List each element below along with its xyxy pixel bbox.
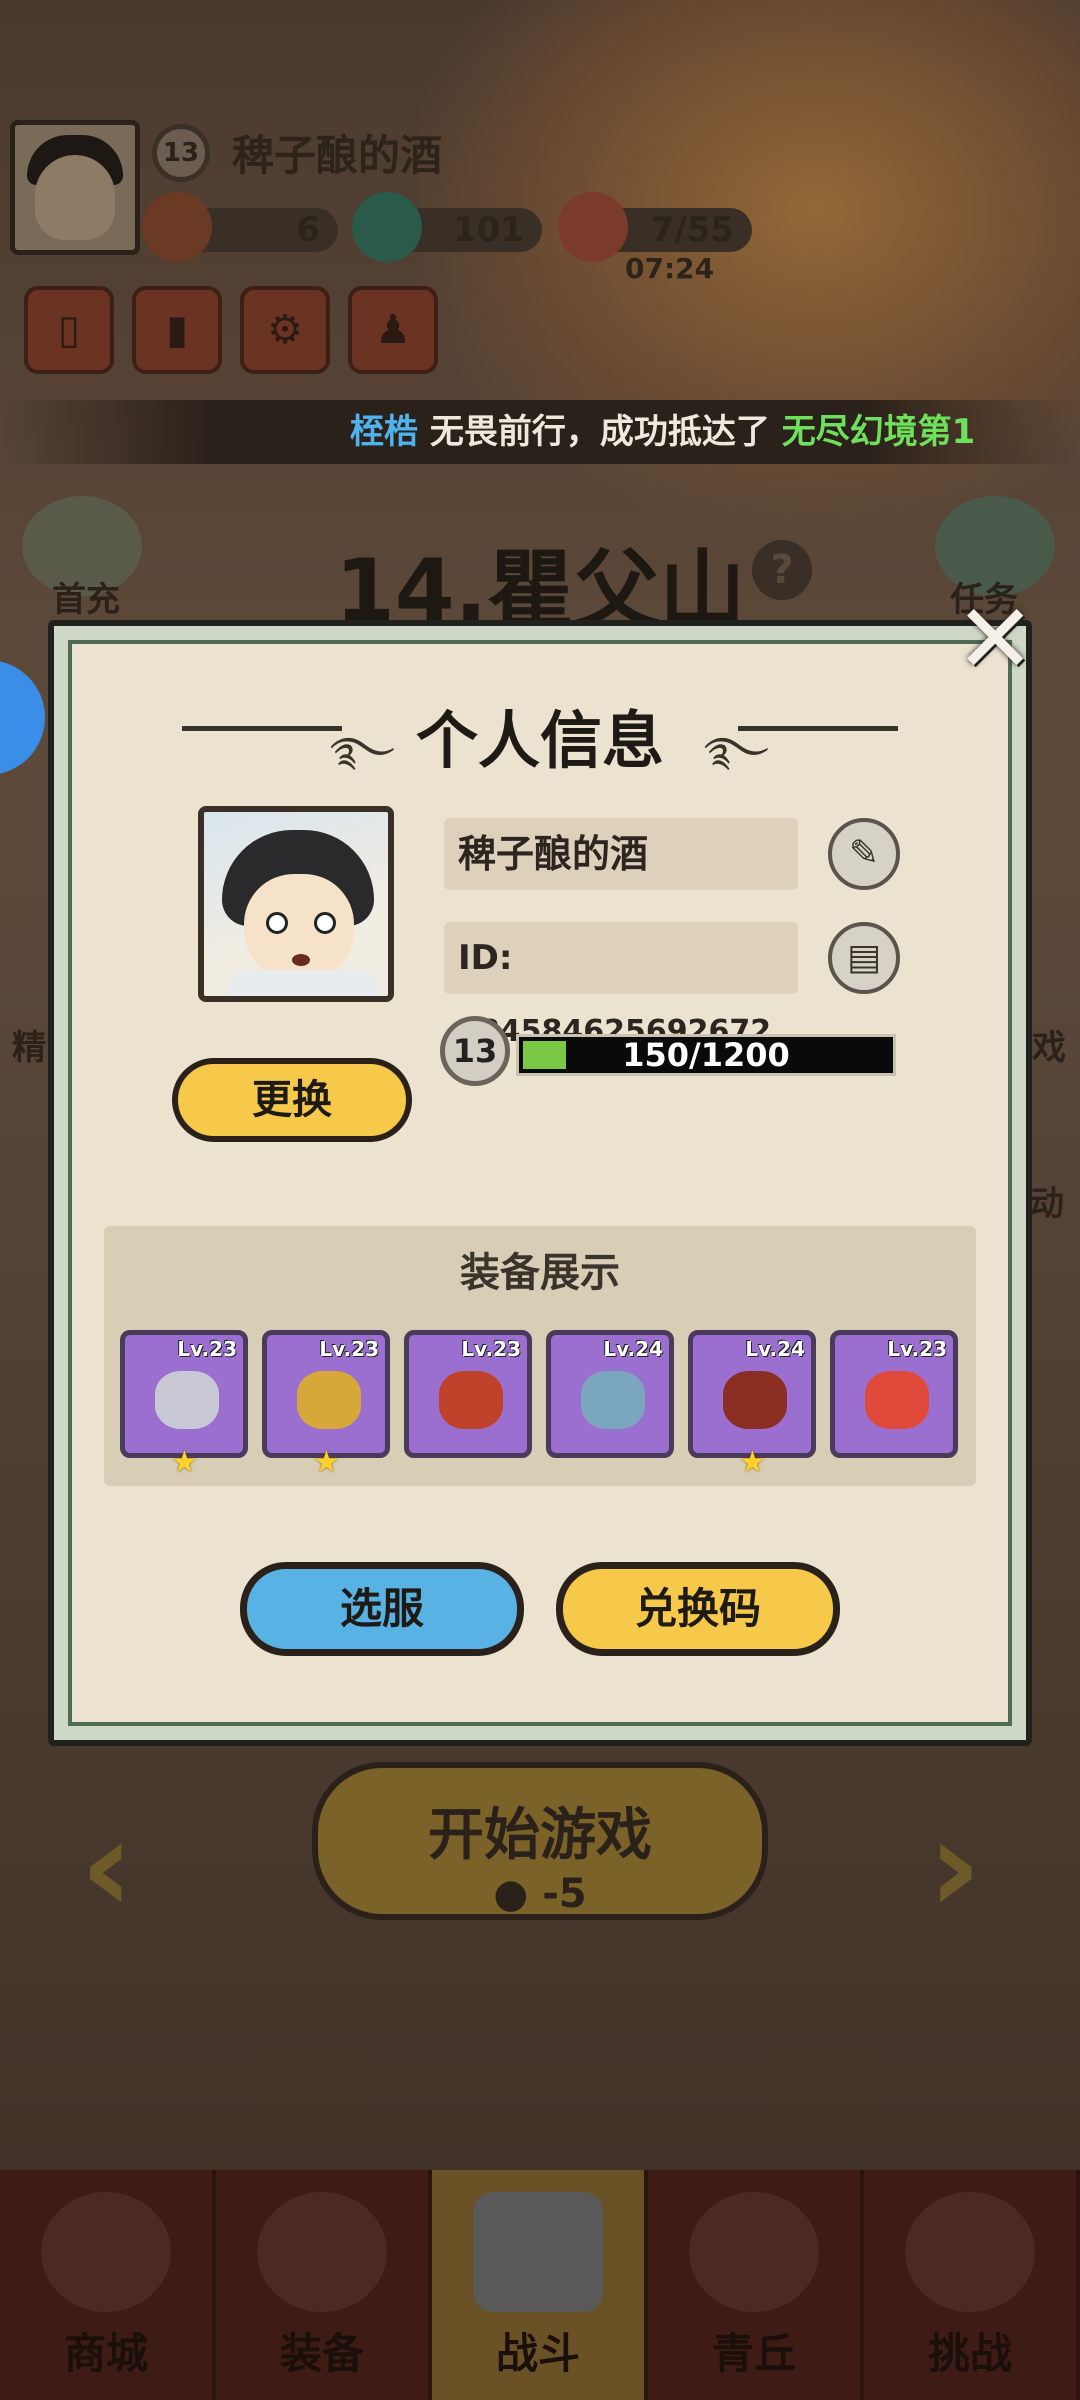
next-stage-arrow-icon[interactable]: ›	[928, 1790, 982, 1942]
banner-player-name: 桎梏	[350, 412, 418, 452]
start-game-label: 开始游戏	[428, 1803, 652, 1868]
friends-icon[interactable]: ♟	[348, 286, 438, 374]
close-dialog-button[interactable]: ✕	[955, 591, 1035, 687]
portrait-eye-left	[266, 912, 288, 934]
scroll-resource-icon[interactable]	[142, 192, 212, 262]
equipment-level: Lv.23	[177, 1337, 237, 1361]
nav-equipment[interactable]: 装备	[216, 2170, 432, 2400]
nav-qingqiu-label: 青丘	[711, 2329, 796, 2378]
scroll-resource-value: 6	[296, 210, 320, 250]
title-divider-right	[738, 726, 898, 731]
level-badge: 13	[440, 1016, 510, 1086]
equipment-slot[interactable]: Lv.23 ★	[120, 1330, 248, 1480]
dialog-panel	[68, 640, 1012, 1726]
equipment-item-icon	[865, 1371, 929, 1429]
change-avatar-button[interactable]: 更换	[172, 1058, 412, 1142]
prev-stage-arrow-icon[interactable]: ‹	[80, 1790, 134, 1942]
dragon-resource-value: 101	[453, 210, 524, 250]
first-charge-label: 首充	[52, 580, 120, 620]
banner-text: 无畏前行，成功抵达了	[418, 412, 782, 452]
equipment-slot[interactable]: Lv.24	[546, 1330, 674, 1458]
edit-name-brush-icon[interactable]: ✎	[828, 818, 900, 890]
ranking-icon[interactable]: ▮	[132, 286, 222, 374]
dialog-title: 个人信息	[415, 704, 664, 777]
equipment-level: Lv.24	[603, 1337, 663, 1361]
portrait-mouth	[292, 954, 310, 966]
equipment-level: Lv.24	[745, 1337, 805, 1361]
shop-icon	[41, 2192, 171, 2312]
peach-cost-icon: ●	[493, 1871, 529, 1917]
equipment-level: Lv.23	[319, 1337, 379, 1361]
start-cost-value: -5	[542, 1871, 587, 1917]
banner-place: 无尽幻境第1	[781, 412, 976, 452]
xp-progress-bar: 150/1200	[516, 1034, 896, 1076]
star-icon: ★	[313, 1445, 340, 1480]
star-icon: ★	[171, 1445, 198, 1480]
nav-equipment-label: 装备	[279, 2329, 364, 2378]
help-icon[interactable]: ?	[752, 540, 812, 600]
nav-qingqiu[interactable]: 青丘	[648, 2170, 864, 2400]
equipment-item-icon	[581, 1371, 645, 1429]
equipment-slot[interactable]: Lv.23	[404, 1330, 532, 1458]
equipment-level: Lv.23	[887, 1337, 947, 1361]
orb-icon	[905, 2192, 1035, 2312]
start-cost: ● -5	[318, 1871, 762, 1917]
equipment-item-icon	[723, 1371, 787, 1429]
equipment-item-icon	[439, 1371, 503, 1429]
card-icon[interactable]: ▯	[24, 286, 114, 374]
portrait-face	[244, 874, 354, 984]
personal-info-dialog	[48, 620, 1032, 1746]
player-level-text: 13	[162, 138, 200, 168]
player-name-value: 稗子酿的酒	[458, 832, 649, 876]
portrait-eye-right	[314, 912, 336, 934]
nav-battle[interactable]: 战斗	[432, 2170, 648, 2400]
select-server-button[interactable]: 选服	[240, 1562, 524, 1656]
equipment-slot[interactable]: Lv.23	[830, 1330, 958, 1458]
stamina-value: 7/55	[650, 210, 734, 250]
nav-challenge[interactable]: 挑战	[864, 2170, 1080, 2400]
equipment-showcase-title: 装备展示	[460, 1250, 620, 1296]
nav-shop-label: 商城	[63, 2329, 148, 2378]
portrait-scarf	[228, 970, 378, 996]
player-name: 稗子酿的酒	[232, 131, 443, 180]
crossed-swords-icon	[473, 2192, 603, 2312]
helmet-icon	[257, 2192, 387, 2312]
redeem-code-button[interactable]: 兑换码	[556, 1562, 840, 1656]
copy-id-icon[interactable]: ▤	[828, 922, 900, 994]
right-side-label-2: 动	[1030, 1184, 1064, 1224]
mountain-icon	[689, 2192, 819, 2312]
broadcast-banner: 桎梏 无畏前行，成功抵达了 无尽幻境第1	[0, 400, 1080, 464]
equipment-slot[interactable]: Lv.24 ★	[688, 1330, 816, 1480]
stamina-timer: 07:24	[625, 252, 715, 285]
right-side-label-1: 戏	[1032, 1028, 1066, 1068]
peach-icon[interactable]	[558, 192, 628, 262]
dragon-resource-icon[interactable]	[352, 192, 422, 262]
settings-icon[interactable]: ⚙	[240, 286, 330, 374]
star-icon: ★	[739, 1445, 766, 1480]
avatar-face	[35, 155, 115, 240]
player-portrait	[198, 806, 394, 1002]
player-name-field: 稗子酿的酒	[444, 818, 798, 890]
bottom-navigation: 商城 装备 战斗 青丘 挑战	[0, 2170, 1080, 2400]
nav-shop[interactable]: 商城	[0, 2170, 216, 2400]
equipment-item-icon	[155, 1371, 219, 1429]
level-badge-text: 13	[452, 1032, 498, 1070]
equipment-slot[interactable]: Lv.23 ★	[262, 1330, 390, 1480]
swirl-right-icon: ࿐	[704, 729, 769, 775]
id-label: ID:	[458, 938, 513, 978]
start-game-button[interactable]: 开始游戏 ● -5	[312, 1762, 768, 1920]
left-side-label: 精	[12, 1028, 46, 1068]
equipment-level: Lv.23	[461, 1337, 521, 1361]
player-level-badge: 13	[152, 124, 210, 182]
nav-battle-label: 战斗	[495, 2329, 580, 2378]
player-id-field: ID: 384584625692672	[444, 922, 798, 1049]
equipment-item-icon	[297, 1371, 361, 1429]
xp-progress-text: 150/1200	[622, 1036, 790, 1074]
nav-challenge-label: 挑战	[927, 2329, 1012, 2378]
player-avatar-small[interactable]	[10, 120, 140, 255]
